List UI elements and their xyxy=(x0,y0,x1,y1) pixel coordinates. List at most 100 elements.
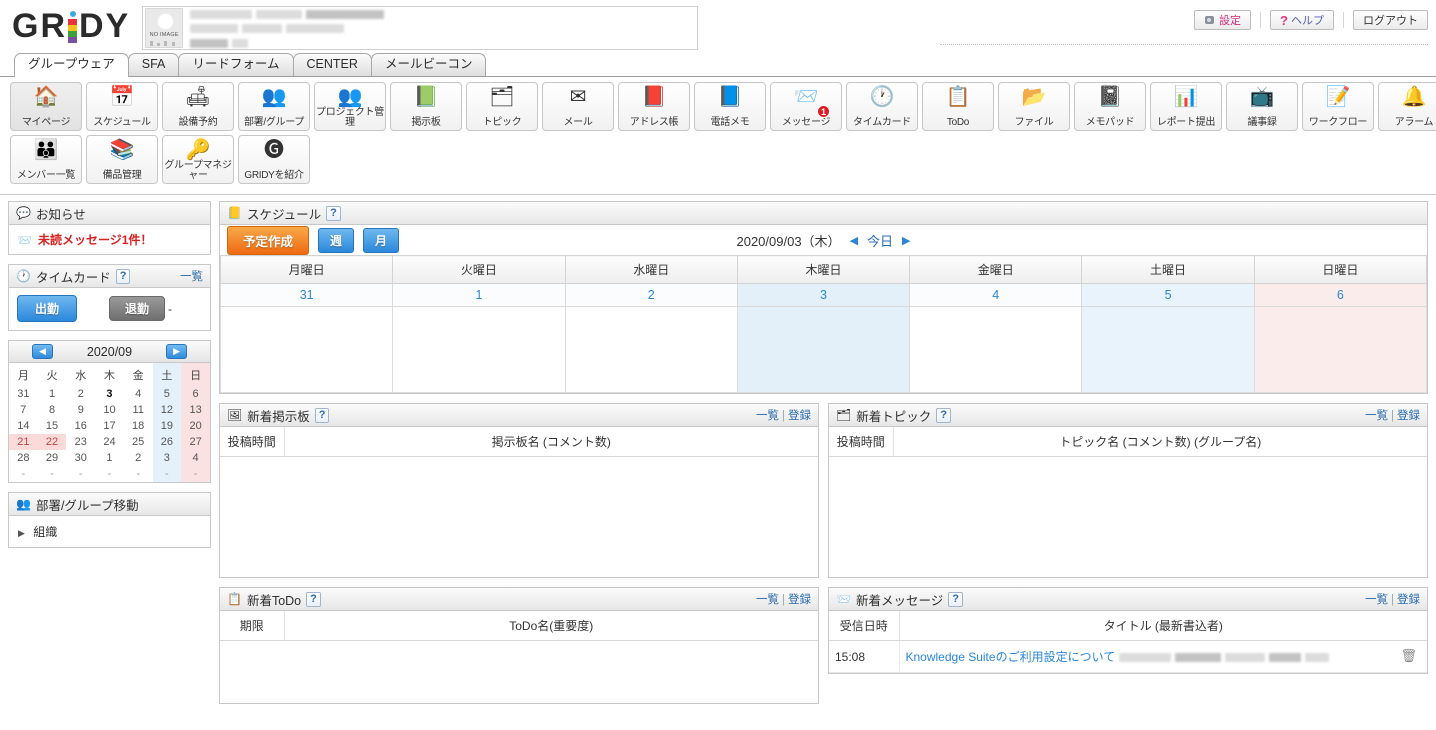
module-button-groupmanager[interactable]: 🔑グループマネジャー xyxy=(162,135,234,184)
schedule-day-number[interactable]: 3 xyxy=(737,284,909,307)
module-button-phonememo[interactable]: 📘電話メモ xyxy=(694,82,766,131)
tab-sfa[interactable]: SFA xyxy=(128,53,180,76)
mini-calendar-day[interactable]: 27 xyxy=(181,434,210,450)
module-button-clock[interactable]: 🕐タイムカード xyxy=(846,82,918,131)
module-button-message[interactable]: 📨1メッセージ xyxy=(770,82,842,131)
notice-item[interactable]: 📨 未読メッセージ1件！ xyxy=(9,225,210,254)
mini-calendar-day[interactable]: 2 xyxy=(124,450,153,466)
clock-out-button[interactable]: 退勤 xyxy=(109,296,165,321)
mini-calendar-day[interactable]: 18 xyxy=(124,418,153,434)
mini-calendar-day[interactable]: 3 xyxy=(153,450,182,466)
schedule-day-cell[interactable] xyxy=(393,307,565,393)
module-button-project[interactable]: 👥プロジェクト管理 xyxy=(314,82,386,131)
calendar-prev-button[interactable]: ◀ xyxy=(32,344,53,359)
todo-help-icon[interactable]: ? xyxy=(306,592,321,607)
message-title-link[interactable]: Knowledge Suiteのご利用設定について xyxy=(906,650,1116,664)
mini-calendar-day[interactable]: 25 xyxy=(124,434,153,450)
mini-calendar-day[interactable]: 22 xyxy=(38,434,67,450)
month-view-button[interactable]: 月 xyxy=(363,228,399,253)
module-button-supplies[interactable]: 📚備品管理 xyxy=(86,135,158,184)
mini-calendar-day[interactable]: 6 xyxy=(181,386,210,402)
mini-calendar-day[interactable]: 5 xyxy=(153,386,182,402)
topic-register-link[interactable]: 登録 xyxy=(1397,410,1420,422)
module-button-house[interactable]: 🏠マイページ xyxy=(10,82,82,131)
calendar-next-button[interactable]: ▶ xyxy=(166,344,187,359)
topic-list-link[interactable]: 一覧 xyxy=(1365,410,1388,422)
mini-calendar-day[interactable]: 2 xyxy=(66,386,95,402)
mini-calendar-day[interactable]: 11 xyxy=(124,402,153,418)
schedule-day-cell[interactable] xyxy=(565,307,737,393)
mini-calendar-day[interactable]: 7 xyxy=(9,402,38,418)
next-day-arrow[interactable]: ▶ xyxy=(902,234,910,247)
module-button-memopad[interactable]: 📓メモパッド xyxy=(1074,82,1146,131)
tab-leadform[interactable]: リードフォーム xyxy=(178,53,293,76)
schedule-help-icon[interactable]: ? xyxy=(326,206,341,221)
mini-calendar-day[interactable]: 13 xyxy=(181,402,210,418)
todo-register-link[interactable]: 登録 xyxy=(788,594,811,606)
module-button-minutes[interactable]: 📺議事録 xyxy=(1226,82,1298,131)
module-button-todo[interactable]: 📋ToDo xyxy=(922,82,994,131)
mini-calendar-day[interactable]: 4 xyxy=(124,386,153,402)
schedule-day-number[interactable]: 1 xyxy=(393,284,565,307)
module-button-mail[interactable]: ✉メール xyxy=(542,82,614,131)
board-list-link[interactable]: 一覧 xyxy=(756,410,779,422)
tab-groupware[interactable]: グループウェア xyxy=(14,53,129,77)
mini-calendar-day[interactable]: 8 xyxy=(38,402,67,418)
mini-calendar-day[interactable]: 24 xyxy=(95,434,124,450)
module-button-facility[interactable]: 🛋設備予約 xyxy=(162,82,234,131)
week-view-button[interactable]: 週 xyxy=(318,228,354,253)
schedule-day-number[interactable]: 2 xyxy=(565,284,737,307)
mini-calendar-day[interactable]: 17 xyxy=(95,418,124,434)
schedule-day-cell[interactable] xyxy=(737,307,909,393)
topic-help-icon[interactable]: ? xyxy=(936,408,951,423)
logout-button[interactable]: ログアウト xyxy=(1353,10,1428,30)
schedule-day-cell[interactable] xyxy=(1254,307,1426,393)
module-button-members[interactable]: 👪メンバー一覧 xyxy=(10,135,82,184)
tab-mailbeacon[interactable]: メールビーコン xyxy=(371,53,487,76)
mini-calendar-day[interactable]: 12 xyxy=(153,402,182,418)
mini-calendar-day[interactable]: 1 xyxy=(38,386,67,402)
create-schedule-button[interactable]: 予定作成 xyxy=(227,226,309,255)
mini-calendar-day[interactable]: 16 xyxy=(66,418,95,434)
table-row[interactable]: 15:08 Knowledge Suiteのご利用設定について 🗑 xyxy=(829,641,1427,673)
mini-calendar-day[interactable]: 4 xyxy=(181,450,210,466)
tab-center[interactable]: CENTER xyxy=(293,53,372,76)
message-register-link[interactable]: 登録 xyxy=(1397,594,1420,606)
mini-calendar-day[interactable]: 15 xyxy=(38,418,67,434)
mini-calendar-day[interactable]: 19 xyxy=(153,418,182,434)
schedule-day-cell[interactable] xyxy=(221,307,393,393)
timecard-help-icon[interactable]: ? xyxy=(116,269,131,284)
mini-calendar-day[interactable]: 30 xyxy=(66,450,95,466)
schedule-day-cell[interactable] xyxy=(1082,307,1254,393)
mini-calendar-day[interactable]: 23 xyxy=(66,434,95,450)
module-button-group[interactable]: 👥部署/グループ xyxy=(238,82,310,131)
message-help-icon[interactable]: ? xyxy=(948,592,963,607)
schedule-day-number[interactable]: 4 xyxy=(910,284,1082,307)
timecard-list-link[interactable]: 一覧 xyxy=(180,271,203,283)
mini-calendar-day[interactable]: 21 xyxy=(9,434,38,450)
dept-tree-item-organization[interactable]: ▶ 組織 xyxy=(9,516,210,547)
mini-calendar-day[interactable]: 20 xyxy=(181,418,210,434)
prev-day-arrow[interactable]: ◀ xyxy=(850,234,858,247)
module-button-workflow[interactable]: 📝ワークフロー xyxy=(1302,82,1374,131)
settings-button[interactable]: 設定 xyxy=(1194,10,1251,30)
mini-calendar-day[interactable]: 29 xyxy=(38,450,67,466)
message-list-link[interactable]: 一覧 xyxy=(1365,594,1388,606)
schedule-day-number[interactable]: 6 xyxy=(1254,284,1426,307)
module-button-bell[interactable]: 🔔アラーム xyxy=(1378,82,1436,131)
board-help-icon[interactable]: ? xyxy=(315,408,330,423)
mini-calendar-day[interactable]: 10 xyxy=(95,402,124,418)
schedule-day-cell[interactable] xyxy=(910,307,1082,393)
module-button-topic[interactable]: 🗂トピック xyxy=(466,82,538,131)
module-button-file[interactable]: 📂ファイル xyxy=(998,82,1070,131)
mini-calendar-day[interactable]: 28 xyxy=(9,450,38,466)
mini-calendar-day[interactable]: 9 xyxy=(66,402,95,418)
schedule-day-number[interactable]: 31 xyxy=(221,284,393,307)
module-button-calendar[interactable]: 📅スケジュール xyxy=(86,82,158,131)
mini-calendar-day[interactable]: 26 xyxy=(153,434,182,450)
mini-calendar-day[interactable]: 3 xyxy=(95,386,124,402)
schedule-day-number[interactable]: 5 xyxy=(1082,284,1254,307)
todo-list-link[interactable]: 一覧 xyxy=(756,594,779,606)
help-button[interactable]: ? ヘルプ xyxy=(1270,10,1334,30)
mini-calendar-day[interactable]: 1 xyxy=(95,450,124,466)
